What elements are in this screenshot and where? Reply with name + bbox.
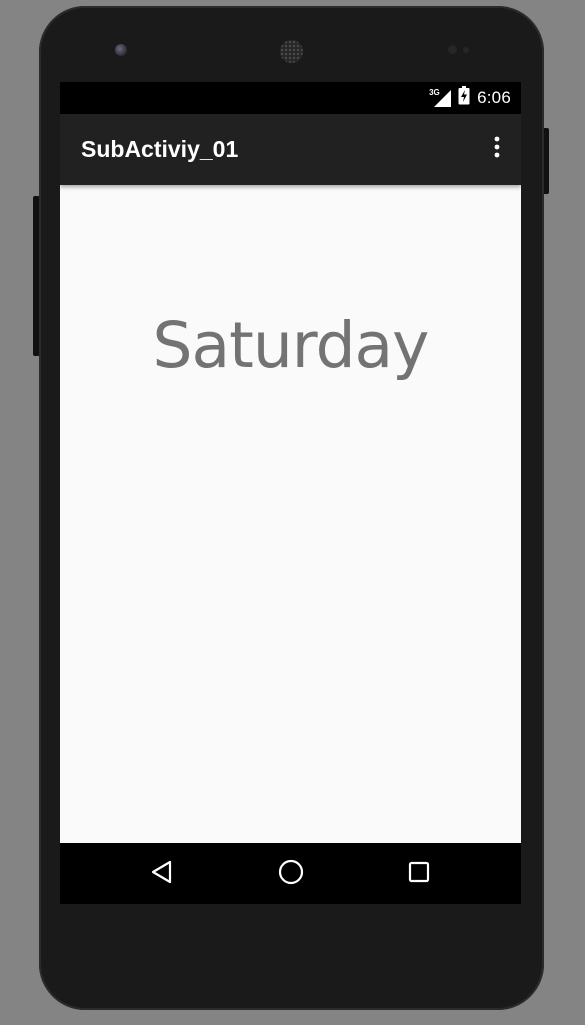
recents-square-icon	[408, 861, 430, 888]
cell-signal-icon: 3G	[429, 88, 452, 107]
earpiece-speaker	[280, 40, 303, 63]
status-bar: 3G 6:06	[60, 82, 521, 114]
content-area: Saturday	[60, 185, 521, 843]
status-clock: 6:06	[477, 88, 511, 107]
day-label: Saturday	[152, 309, 430, 382]
battery-charging-icon	[458, 86, 470, 110]
proximity-sensor	[448, 45, 457, 54]
back-button[interactable]	[142, 855, 182, 893]
emulator-background: 3G 6:06 SubActiviy_01 Saturday	[0, 0, 585, 1025]
navigation-bar	[60, 843, 521, 904]
status-icons: 3G 6:06	[429, 82, 511, 114]
app-bar: SubActiviy_01	[60, 114, 521, 185]
front-camera-icon	[115, 44, 127, 56]
app-title: SubActiviy_01	[81, 136, 239, 162]
more-vert-icon	[494, 136, 500, 163]
overflow-menu-button[interactable]	[485, 132, 509, 166]
recents-button[interactable]	[399, 855, 439, 893]
back-triangle-icon	[151, 860, 173, 889]
light-sensor	[463, 47, 469, 53]
device-screen: 3G 6:06 SubActiviy_01 Saturday	[60, 82, 521, 904]
home-button[interactable]	[271, 855, 311, 893]
home-circle-icon	[278, 859, 304, 890]
